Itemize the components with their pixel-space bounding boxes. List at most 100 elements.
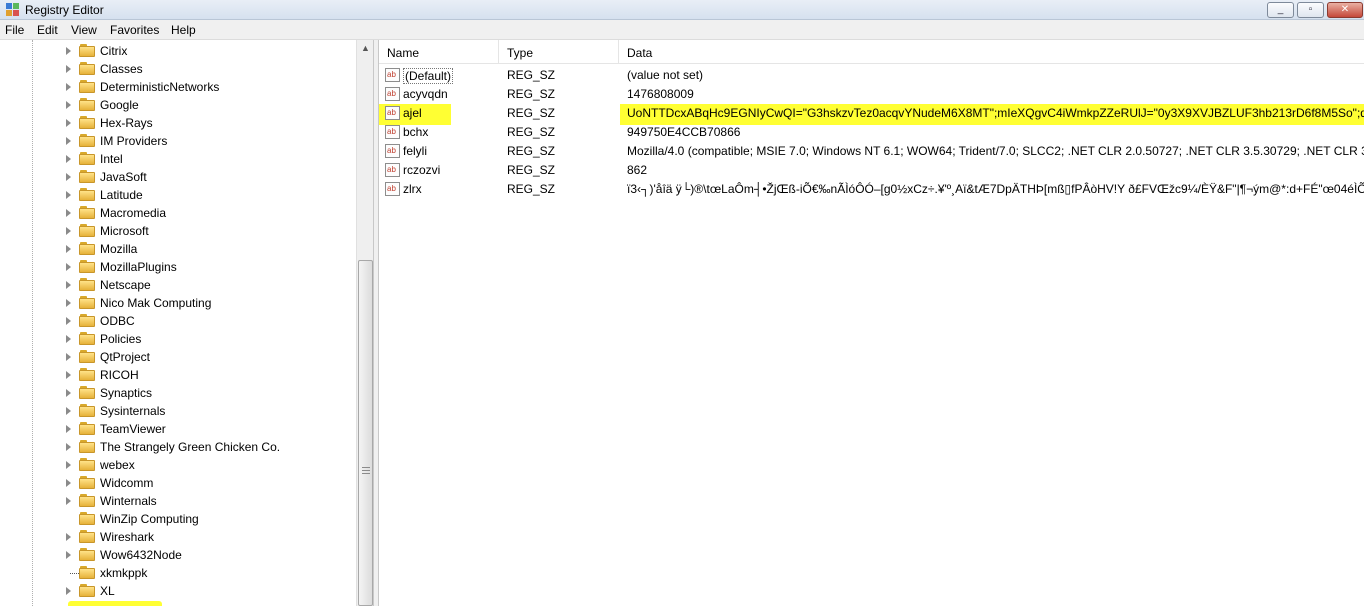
expand-arrow-icon[interactable]: [66, 407, 71, 415]
menu-favorites[interactable]: Favorites: [110, 23, 159, 37]
close-button[interactable]: ✕: [1327, 2, 1363, 18]
maximize-button[interactable]: ▫: [1297, 2, 1324, 18]
minimize-button[interactable]: _: [1267, 2, 1294, 18]
tree-item[interactable]: Classes: [0, 60, 356, 78]
tree-item-label: Microsoft: [100, 224, 149, 238]
folder-icon: [79, 584, 95, 597]
tree-item-label: Macromedia: [100, 206, 167, 220]
folder-icon: [79, 62, 95, 75]
tree-item[interactable]: JavaSoft: [0, 168, 356, 186]
column-header-data[interactable]: Data: [619, 40, 1364, 64]
value-data: 949750E4CCB70866: [627, 125, 741, 139]
expand-arrow-icon[interactable]: [66, 65, 71, 73]
expand-arrow-icon[interactable]: [66, 497, 71, 505]
expand-arrow-icon[interactable]: [66, 83, 71, 91]
string-value-icon: ab: [385, 68, 400, 82]
tree-item[interactable]: Macromedia: [0, 204, 356, 222]
expand-arrow-icon[interactable]: [66, 353, 71, 361]
values-list[interactable]: Name Type Data ab (Default) REG_SZ (value n…: [379, 40, 1364, 606]
tree-item-label: QtProject: [100, 350, 151, 364]
tree-item-label: The Strangely Green Chicken Co.: [100, 440, 281, 454]
tree-item[interactable]: Policies: [0, 330, 356, 348]
tree-item[interactable]: IM Providers: [0, 132, 356, 150]
tree-item[interactable]: Google: [0, 96, 356, 114]
expand-arrow-icon[interactable]: [66, 533, 71, 541]
tree-item-label: Latitude: [100, 188, 143, 202]
tree-item[interactable]: Mozilla: [0, 240, 356, 258]
scrollbar-thumb[interactable]: [358, 260, 373, 606]
expand-arrow-icon[interactable]: [66, 173, 71, 181]
tree-item[interactable]: webex: [0, 456, 356, 474]
expand-arrow-icon[interactable]: [66, 281, 71, 289]
tree-item[interactable]: Netscape: [0, 276, 356, 294]
expand-arrow-icon[interactable]: [66, 317, 71, 325]
tree-item[interactable]: Hex-Rays: [0, 114, 356, 132]
tree-item[interactable]: QtProject: [0, 348, 356, 366]
minimize-icon: _: [1277, 4, 1284, 15]
expand-arrow-icon[interactable]: [66, 191, 71, 199]
tree-item[interactable]: Wow6432Node: [0, 546, 356, 564]
column-header-type[interactable]: Type: [499, 40, 619, 64]
tree-item-label: MozillaPlugins: [100, 260, 177, 274]
tree-item[interactable]: Nico Mak Computing: [0, 294, 356, 312]
tree-item[interactable]: Intel: [0, 150, 356, 168]
expand-arrow-icon[interactable]: [66, 245, 71, 253]
value-row[interactable]: ab bchx REG_SZ 949750E4CCB70866: [379, 123, 1364, 142]
menu-edit[interactable]: Edit: [37, 23, 58, 37]
expand-arrow-icon[interactable]: [66, 479, 71, 487]
menu-help[interactable]: Help: [171, 23, 196, 37]
expand-arrow-icon[interactable]: [66, 227, 71, 235]
tree-item[interactable]: XL: [0, 582, 356, 600]
tree-item-label: XL: [100, 584, 115, 598]
tree-item[interactable]: Citrix: [0, 42, 356, 60]
expand-arrow-icon[interactable]: [66, 101, 71, 109]
tree-item[interactable]: The Strangely Green Chicken Co.: [0, 438, 356, 456]
expand-arrow-icon[interactable]: [66, 155, 71, 163]
expand-arrow-icon[interactable]: [66, 137, 71, 145]
value-row[interactable]: ab zlrx REG_SZ ï3‹┐)'åîä ÿ└)®\tœLaÔm┤•ŽjŒß-…: [379, 180, 1364, 199]
value-row[interactable]: ab acyvqdn REG_SZ 1476808009: [379, 85, 1364, 104]
tree-item[interactable]: ODBC: [0, 312, 356, 330]
expand-arrow-icon[interactable]: [66, 551, 71, 559]
tree-item[interactable]: Wireshark: [0, 528, 356, 546]
tree-item[interactable]: MozillaPlugins: [0, 258, 356, 276]
scroll-up-arrow-icon[interactable]: ▲: [357, 40, 374, 57]
expand-arrow-icon[interactable]: [66, 47, 71, 55]
tree-item[interactable]: Winternals: [0, 492, 356, 510]
tree-item-label: Policies: [100, 332, 142, 346]
tree-item-label: Synaptics: [100, 386, 153, 400]
tree-item[interactable]: Widcomm: [0, 474, 356, 492]
value-row[interactable]: ab ajel REG_SZ UoNTTDcxABqHc9EGNIyCwQI="G3h…: [379, 104, 1364, 123]
expand-arrow-icon[interactable]: [66, 263, 71, 271]
expand-arrow-icon[interactable]: [66, 119, 71, 127]
tree-item[interactable]: DeterministicNetworks: [0, 78, 356, 96]
column-name-label: Name: [387, 46, 420, 60]
tree-item-label: IM Providers: [100, 134, 168, 148]
menu-file[interactable]: File: [5, 23, 24, 37]
tree-item[interactable]: xkmkppk: [0, 564, 356, 582]
menu-view[interactable]: View: [71, 23, 97, 37]
expand-arrow-icon[interactable]: [66, 209, 71, 217]
title-bar: Registry Editor _ ▫ ✕: [0, 0, 1364, 20]
tree-item[interactable]: Latitude: [0, 186, 356, 204]
expand-arrow-icon[interactable]: [66, 299, 71, 307]
value-row[interactable]: ab felyli REG_SZ Mozilla/4.0 (compatible; M…: [379, 142, 1364, 161]
expand-arrow-icon[interactable]: [66, 389, 71, 397]
registry-key-tree[interactable]: Citrix Classes DeterministicNetworks Google…: [0, 40, 373, 606]
tree-item[interactable]: RICOH: [0, 366, 356, 384]
expand-arrow-icon[interactable]: [66, 371, 71, 379]
expand-arrow-icon[interactable]: [66, 587, 71, 595]
expand-arrow-icon[interactable]: [66, 335, 71, 343]
tree-item[interactable]: WinZip Computing: [0, 510, 356, 528]
expand-arrow-icon[interactable]: [66, 425, 71, 433]
tree-item[interactable]: Microsoft: [0, 222, 356, 240]
value-row[interactable]: ab (Default) REG_SZ (value not set): [379, 66, 1364, 85]
tree-scrollbar[interactable]: ▲: [356, 40, 373, 606]
tree-item[interactable]: TeamViewer: [0, 420, 356, 438]
column-header-name[interactable]: Name: [379, 40, 499, 64]
tree-item[interactable]: Sysinternals: [0, 402, 356, 420]
expand-arrow-icon[interactable]: [66, 461, 71, 469]
tree-item[interactable]: Synaptics: [0, 384, 356, 402]
expand-arrow-icon[interactable]: [66, 443, 71, 451]
value-row[interactable]: ab rczozvi REG_SZ 862: [379, 161, 1364, 180]
